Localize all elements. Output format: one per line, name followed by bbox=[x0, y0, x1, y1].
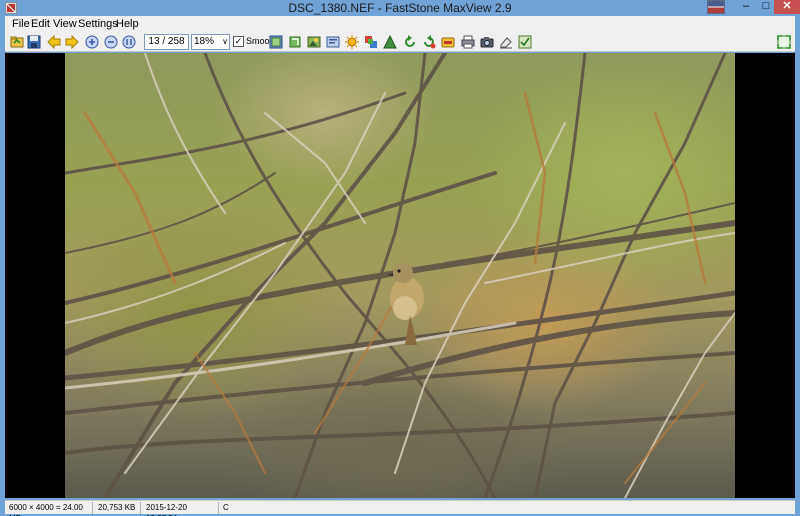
rotate-right-icon[interactable] bbox=[422, 35, 436, 49]
camera-icon[interactable] bbox=[480, 35, 494, 49]
status-extra: C bbox=[223, 503, 229, 512]
zoom-value: 18% bbox=[194, 36, 215, 47]
sharpen-icon[interactable] bbox=[383, 35, 397, 49]
image-viewer[interactable] bbox=[5, 53, 795, 498]
previous-arrow-icon[interactable] bbox=[47, 35, 61, 49]
exif-info-icon[interactable] bbox=[326, 35, 340, 49]
page-counter[interactable]: 13 / 258 bbox=[144, 34, 189, 50]
chevron-down-icon: ∨ bbox=[222, 37, 228, 46]
properties-icon[interactable] bbox=[518, 35, 532, 49]
rotate-left-icon[interactable] bbox=[403, 35, 417, 49]
light-icon[interactable] bbox=[345, 35, 359, 49]
menu-view[interactable]: View bbox=[52, 18, 78, 30]
zoom-dropdown[interactable]: 18% ∨ bbox=[191, 34, 230, 50]
open-folder-icon[interactable] bbox=[10, 35, 24, 49]
save-icon[interactable] bbox=[27, 35, 41, 49]
title-bar[interactable]: DSC_1380.NEF - FastStone MaxView 2.9 – □… bbox=[0, 0, 800, 16]
menu-settings[interactable]: Settings bbox=[77, 18, 119, 30]
menu-file[interactable]: File bbox=[11, 18, 31, 30]
smooth-checkbox[interactable]: ✓ bbox=[233, 36, 244, 47]
language-flag-icon[interactable] bbox=[707, 0, 725, 14]
bird bbox=[387, 263, 424, 345]
crop-icon[interactable] bbox=[288, 35, 302, 49]
actual-size-icon[interactable] bbox=[122, 35, 136, 49]
erase-icon[interactable] bbox=[499, 35, 513, 49]
menu-bar: File Edit View Settings Help bbox=[5, 16, 795, 32]
enhance-icon[interactable] bbox=[307, 35, 321, 49]
toolbar: 13 / 258 18% ∨ ✓ Smooth bbox=[5, 32, 795, 52]
status-date: 2015-12-20 12:27:54 bbox=[144, 502, 219, 516]
zoom-out-icon[interactable] bbox=[104, 35, 118, 49]
print-icon[interactable] bbox=[461, 35, 475, 49]
menu-edit[interactable]: Edit bbox=[30, 18, 51, 30]
photo-bird-in-branches[interactable] bbox=[65, 53, 735, 498]
status-bar: 6000 × 4000 = 24.00 MP 20,753 KB 2015-12… bbox=[5, 500, 795, 516]
app-window: DSC_1380.NEF - FastStone MaxView 2.9 – □… bbox=[0, 0, 800, 516]
status-file-size: 20,753 KB bbox=[96, 502, 141, 514]
next-arrow-icon[interactable] bbox=[65, 35, 79, 49]
fullscreen-icon[interactable] bbox=[777, 35, 791, 49]
minimize-button[interactable]: – bbox=[735, 0, 757, 14]
zoom-in-icon[interactable] bbox=[85, 35, 99, 49]
delete-icon[interactable] bbox=[441, 35, 455, 49]
color-icon[interactable] bbox=[364, 35, 378, 49]
status-dimensions: 6000 × 4000 = 24.00 MP bbox=[7, 502, 93, 516]
menu-help[interactable]: Help bbox=[115, 18, 140, 30]
maximize-button[interactable]: □ bbox=[757, 0, 775, 14]
resize-icon[interactable] bbox=[269, 35, 283, 49]
close-button[interactable]: ✕ bbox=[774, 0, 800, 14]
window-title: DSC_1380.NEF - FastStone MaxView 2.9 bbox=[288, 1, 512, 15]
